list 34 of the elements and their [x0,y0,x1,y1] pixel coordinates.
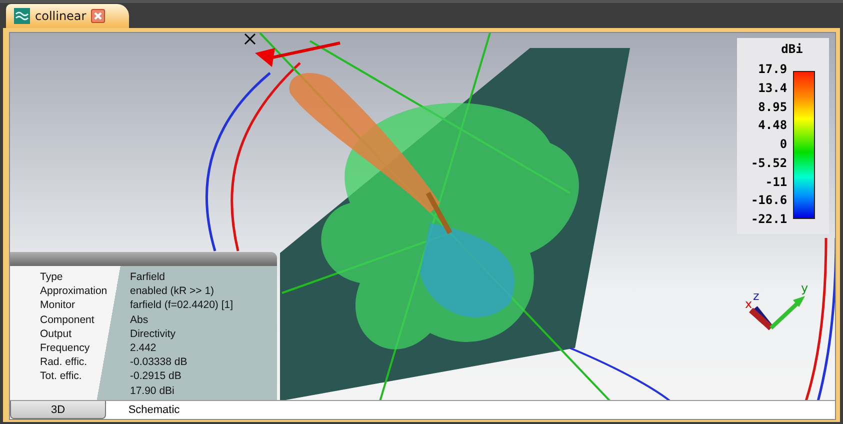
view-tab[interactable]: 3D [10,401,106,419]
property-value: farfield (f=02.4420) [1] [130,299,234,314]
close-button[interactable] [91,9,106,23]
legend-tick-label: 13.4 [758,80,788,95]
property-label: Rad. effic. [40,356,88,370]
property-value: Abs [130,314,150,328]
legend-tick-label: 8.95 [758,100,788,114]
legend-tick-label: -11 [765,174,788,188]
legend-tick-label: 0 [780,137,788,151]
property-value: enabled (kR >> 1) [130,285,216,300]
property-label: Output [40,328,73,342]
legend-tick-label: -22.1 [750,212,788,226]
property-value: Farfield [130,271,166,285]
property-label: Approximation [40,285,108,300]
legend-tick-label: -5.52 [750,156,788,170]
axis-triad-drawing: xz y [743,278,813,338]
property-label: Frequency [40,342,91,356]
property-value: Directivity [130,328,177,342]
property-label: Type [40,271,64,285]
property-label: Component [40,314,96,328]
legend-tick-label: 4.48 [758,118,788,132]
tab-title: collinear [35,9,86,23]
property-value: -0.03338 dB [130,356,188,370]
cross-marker-icon [244,33,256,45]
property-value: 17.90 dBi [130,384,176,398]
legend-unit: dBi [781,42,803,58]
property-label: Tot. effic. [40,370,83,384]
property-label: Monitor [40,299,76,314]
legend-tick-label: 17.9 [758,62,788,76]
document-tab[interactable]: collinear [6,4,130,28]
property-value: -0.2915 dB [130,370,182,384]
legend-tick-label: -16.6 [750,193,788,208]
property-value: 2.442 [130,342,158,356]
wave-icon [14,8,30,24]
